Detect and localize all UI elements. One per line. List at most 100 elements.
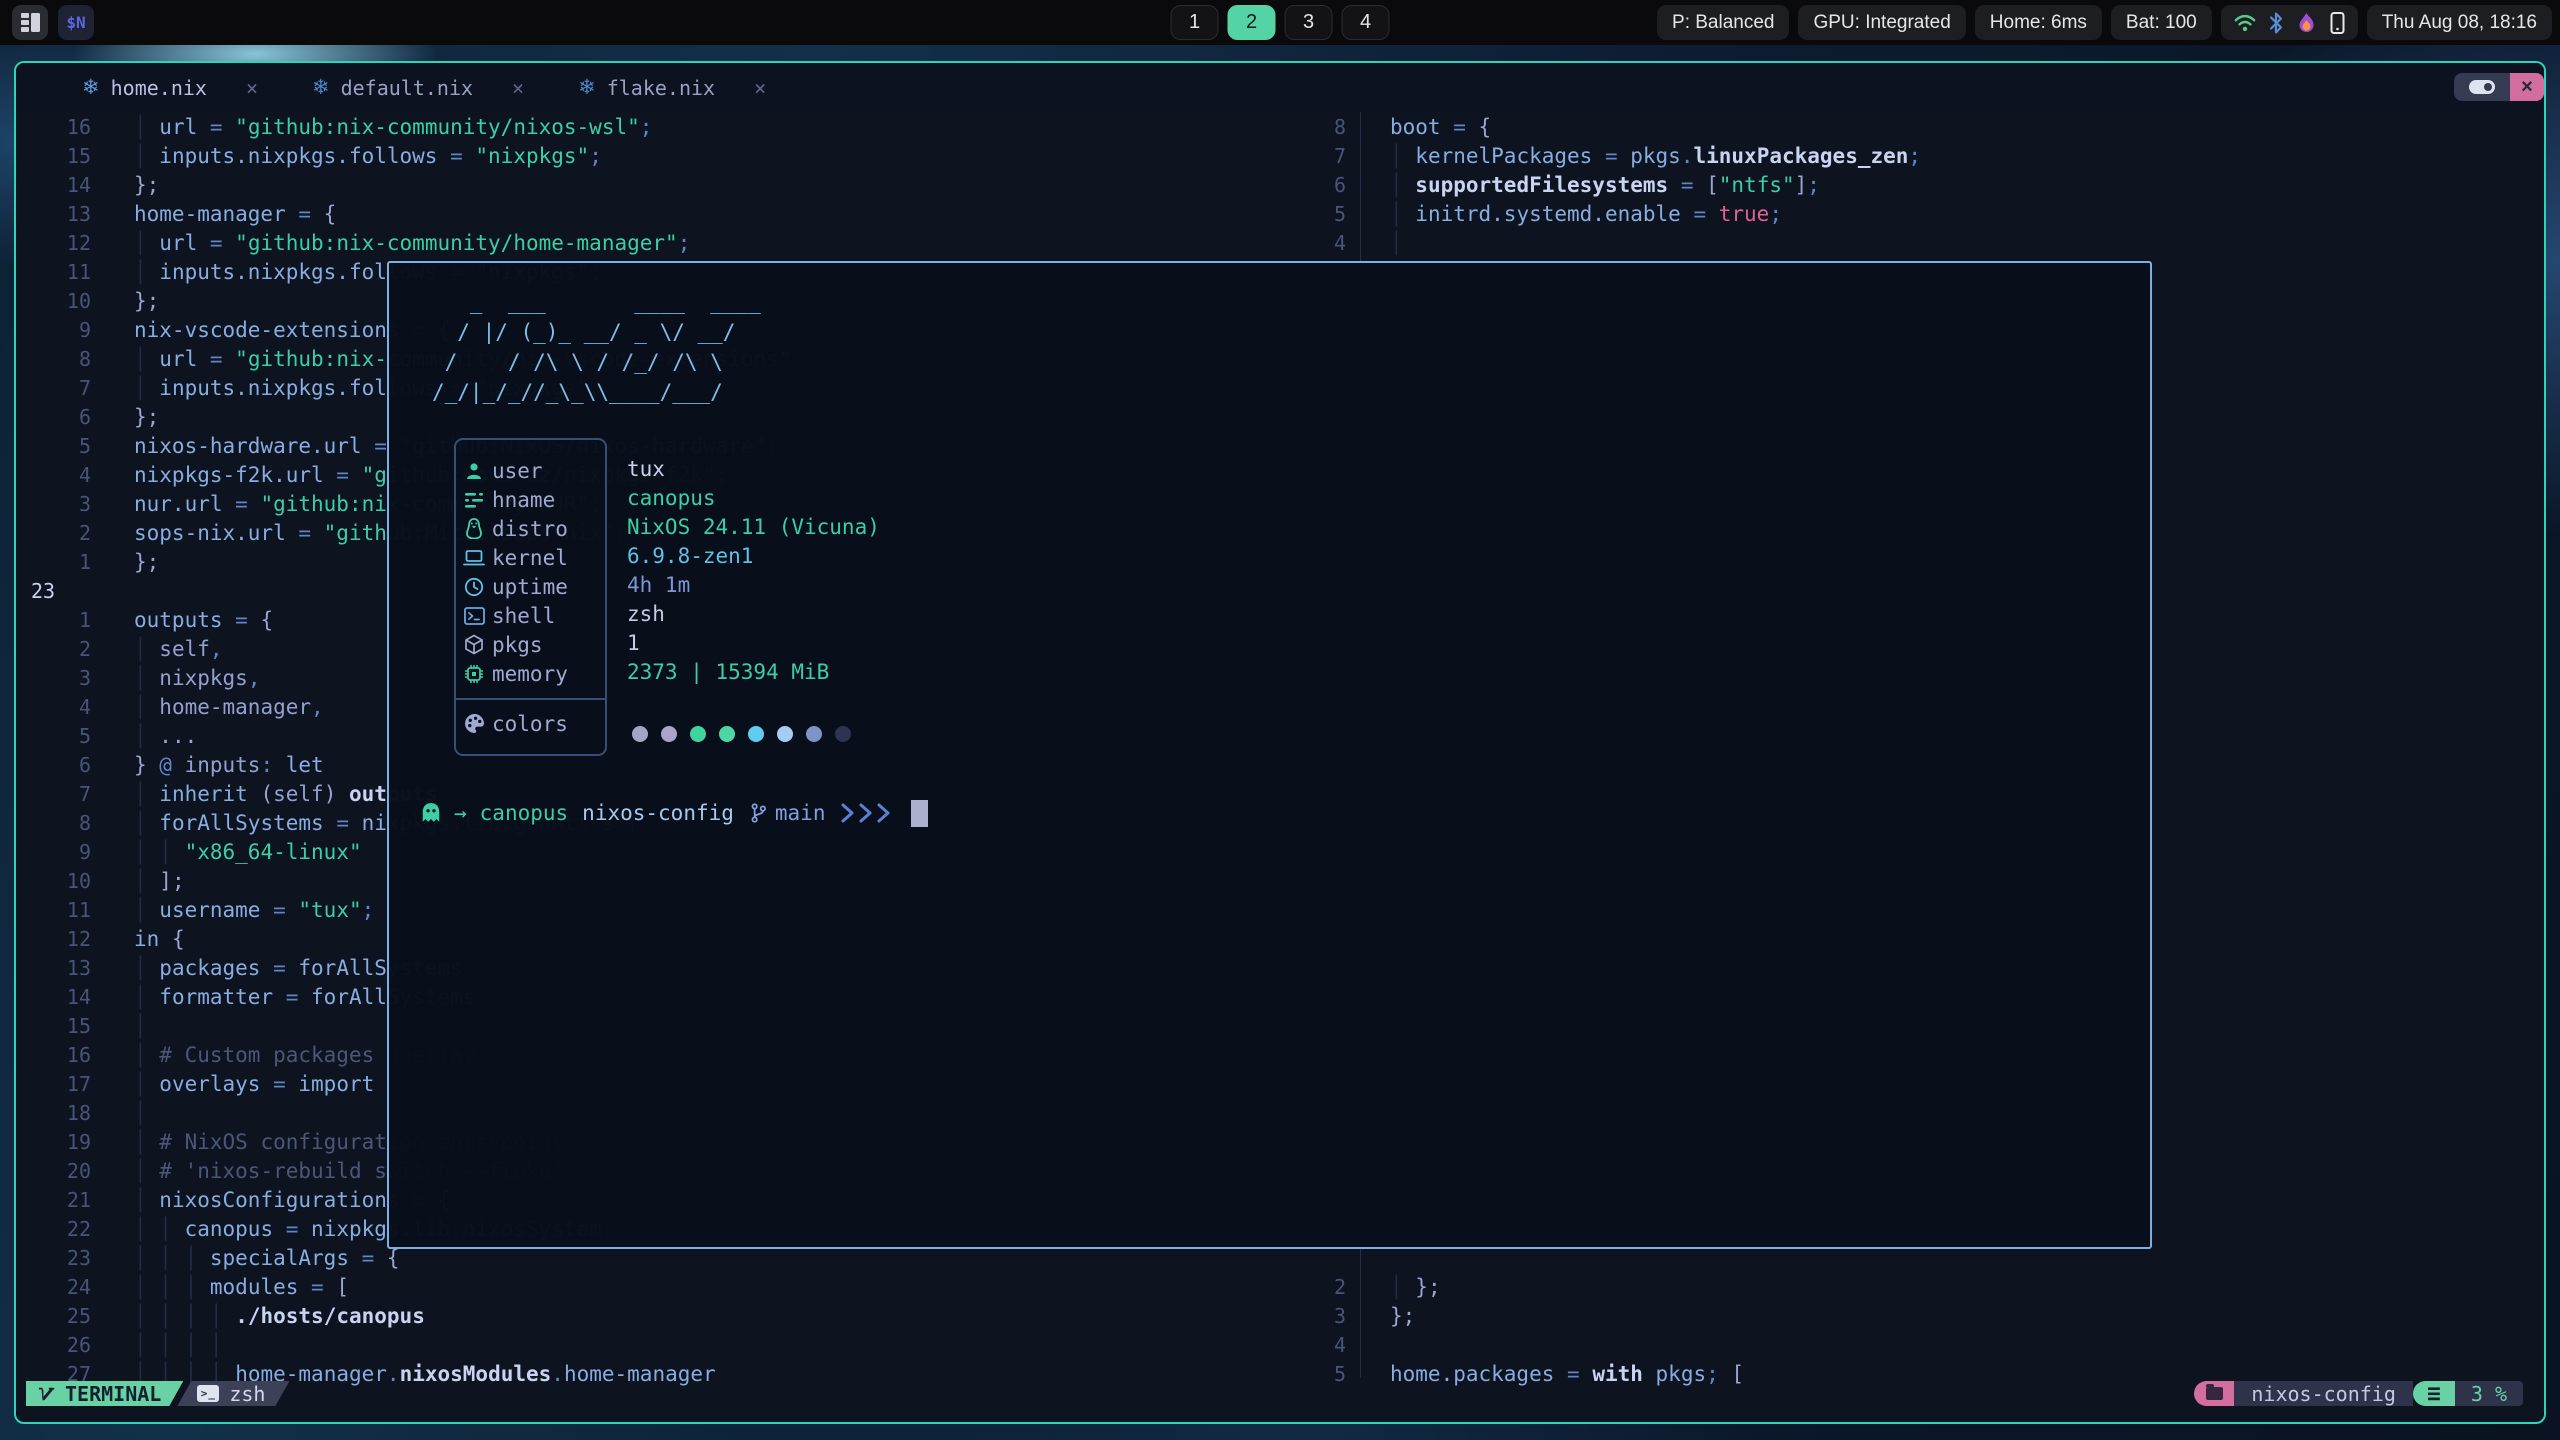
tab-label: home.nix xyxy=(111,76,207,100)
buffer-tab-bar: ❄home.nix×❄default.nix×❄flake.nix× × xyxy=(16,63,2544,112)
workspace-button-2[interactable]: 2 xyxy=(1228,5,1276,40)
fetch-value-memory: 2373 | 15394 MiB xyxy=(627,657,880,686)
shell-prompt[interactable]: → canopus nixos-config main xyxy=(420,797,928,829)
nix-shell-badge[interactable]: $N xyxy=(58,5,94,40)
grid-icon xyxy=(21,13,40,32)
penguin-icon xyxy=(456,518,492,539)
fetch-value-user: tux xyxy=(627,454,880,483)
bluetooth-icon[interactable] xyxy=(2269,12,2283,34)
code-line: 12│ url = "github:nix-community/home-man… xyxy=(16,228,1304,257)
top-status-bar: $N 1234 P: Balanced GPU: Integrated Home… xyxy=(0,0,2560,45)
workspace-button-4[interactable]: 4 xyxy=(1342,5,1390,40)
prompt-directory: nixos-config xyxy=(582,801,734,825)
fetch-value-distro: NixOS 24.11 (Vicuna) xyxy=(627,512,880,541)
mode-label: TERMINAL xyxy=(65,1382,161,1406)
nix-shell-label: $N xyxy=(66,13,85,32)
code-line: 6│ supportedFilesystems = ["ntfs"]; xyxy=(1304,170,2544,199)
fetch-row-uptime: uptime xyxy=(456,572,605,601)
tab-label: flake.nix xyxy=(607,76,715,100)
palette-dot-3 xyxy=(690,726,706,742)
lines-icon: ≡ xyxy=(2427,1381,2441,1407)
system-tray xyxy=(2221,5,2358,40)
tab-home.nix[interactable]: ❄home.nix× xyxy=(78,63,262,112)
code-line: 25│ │ │ │ ./hosts/canopus xyxy=(16,1301,1304,1330)
prompt-host: canopus xyxy=(480,801,569,825)
workspace-button-1[interactable]: 1 xyxy=(1171,5,1219,40)
fetch-row-shell: shell xyxy=(456,601,605,630)
nix-snowflake-icon: ❄ xyxy=(578,75,596,100)
palette-icon xyxy=(464,713,485,734)
fetch-row-user: user xyxy=(456,456,605,485)
scroll-percent-segment: 3 % xyxy=(2455,1381,2523,1406)
app-launcher-button[interactable] xyxy=(12,5,48,40)
palette-dot-8 xyxy=(835,726,851,742)
code-line: 14}; xyxy=(16,170,1304,199)
tab-close-icon[interactable]: × xyxy=(246,76,258,100)
terminal-palette-dots xyxy=(632,719,851,748)
palette-dot-6 xyxy=(777,726,793,742)
workspace-button-3[interactable]: 3 xyxy=(1285,5,1333,40)
phone-icon[interactable] xyxy=(2330,12,2345,34)
fetch-label: shell xyxy=(492,604,555,628)
project-name-segment[interactable]: nixos-config xyxy=(2234,1381,2413,1406)
laptop-icon xyxy=(456,549,492,567)
fetch-row-hname: hname xyxy=(456,485,605,514)
vim-icon xyxy=(38,1385,56,1403)
hostname-icon xyxy=(456,491,492,509)
shell-segment[interactable]: >_ zsh xyxy=(177,1381,289,1406)
network-latency-pill[interactable]: Home: 6ms xyxy=(1975,5,2102,40)
project-folder-segment[interactable] xyxy=(2194,1381,2234,1406)
editor-window: ❄home.nix×❄default.nix×❄flake.nix× × 16│… xyxy=(14,61,2546,1424)
palette-dot-2 xyxy=(661,726,677,742)
ghost-icon xyxy=(420,802,442,824)
power-profile-pill[interactable]: P: Balanced xyxy=(1657,5,1789,40)
fetch-label: distro xyxy=(492,517,568,541)
clock-pill[interactable]: Thu Aug 08, 18:16 xyxy=(2367,5,2552,40)
tab-close-icon[interactable]: × xyxy=(754,76,766,100)
fetch-value-shell: zsh xyxy=(627,599,880,628)
gpu-mode-pill[interactable]: GPU: Integrated xyxy=(1798,5,1965,40)
fetch-row-pkgs: pkgs xyxy=(456,630,605,659)
code-line: 13home-manager = { xyxy=(16,199,1304,228)
terminal-cursor xyxy=(911,800,928,827)
palette-dot-7 xyxy=(806,726,822,742)
window-close-button[interactable]: × xyxy=(2510,73,2544,101)
terminal-icon xyxy=(456,607,492,625)
code-line: 8boot = { xyxy=(1304,112,2544,141)
scroll-percent-label: 3 % xyxy=(2471,1382,2507,1406)
colors-label: colors xyxy=(492,712,568,736)
wifi-icon[interactable] xyxy=(2234,13,2256,33)
toggle-icon xyxy=(2469,80,2495,94)
palette-dot-1 xyxy=(632,726,648,742)
code-line: 15│ inputs.nixpkgs.follows = "nixpkgs"; xyxy=(16,141,1304,170)
close-icon: × xyxy=(2521,76,2533,99)
prompt-arrow: → xyxy=(454,801,467,825)
nixos-ascii-art: _ ___ ____ ____ / |/ (_)_ __/ _ \/ __/ /… xyxy=(432,287,761,407)
floating-terminal[interactable]: _ ___ ____ ____ / |/ (_)_ __/ _ \/ __/ /… xyxy=(387,261,2152,1249)
shell-label: zsh xyxy=(229,1382,265,1406)
chip-icon xyxy=(456,664,492,684)
code-line: 26│ │ │ │ xyxy=(16,1330,1304,1359)
workspace-switcher: 1234 xyxy=(1171,5,1390,40)
fetch-row-kernel: kernel xyxy=(456,543,605,572)
scroll-indicator-segment[interactable]: ≡ xyxy=(2413,1381,2455,1406)
fetch-label: hname xyxy=(492,488,555,512)
user-icon xyxy=(456,461,492,481)
tab-default.nix[interactable]: ❄default.nix× xyxy=(308,63,528,112)
clock-icon xyxy=(456,577,492,597)
code-line: 16│ url = "github:nix-community/nixos-ws… xyxy=(16,112,1304,141)
prompt-branch: main xyxy=(775,801,826,825)
vim-statusline: TERMINAL >_ zsh nixos-config ≡ 3 % xyxy=(16,1381,2544,1406)
fetch-value-kernel: 6.9.8-zen1 xyxy=(627,541,880,570)
fetch-row-memory: memory xyxy=(456,659,605,688)
tab-flake.nix[interactable]: ❄ flake.nix × xyxy=(574,63,770,112)
package-icon xyxy=(456,634,492,655)
flame-icon[interactable] xyxy=(2296,12,2317,34)
fetch-label: pkgs xyxy=(492,633,543,657)
nix-snowflake-icon: ❄ xyxy=(312,75,330,100)
pin-toggle-button[interactable] xyxy=(2454,73,2510,101)
fetch-label: kernel xyxy=(492,546,568,570)
battery-pill[interactable]: Bat: 100 xyxy=(2111,5,2212,40)
tab-close-icon[interactable]: × xyxy=(512,76,524,100)
fetch-value-uptime: 4h 1m xyxy=(627,570,880,599)
